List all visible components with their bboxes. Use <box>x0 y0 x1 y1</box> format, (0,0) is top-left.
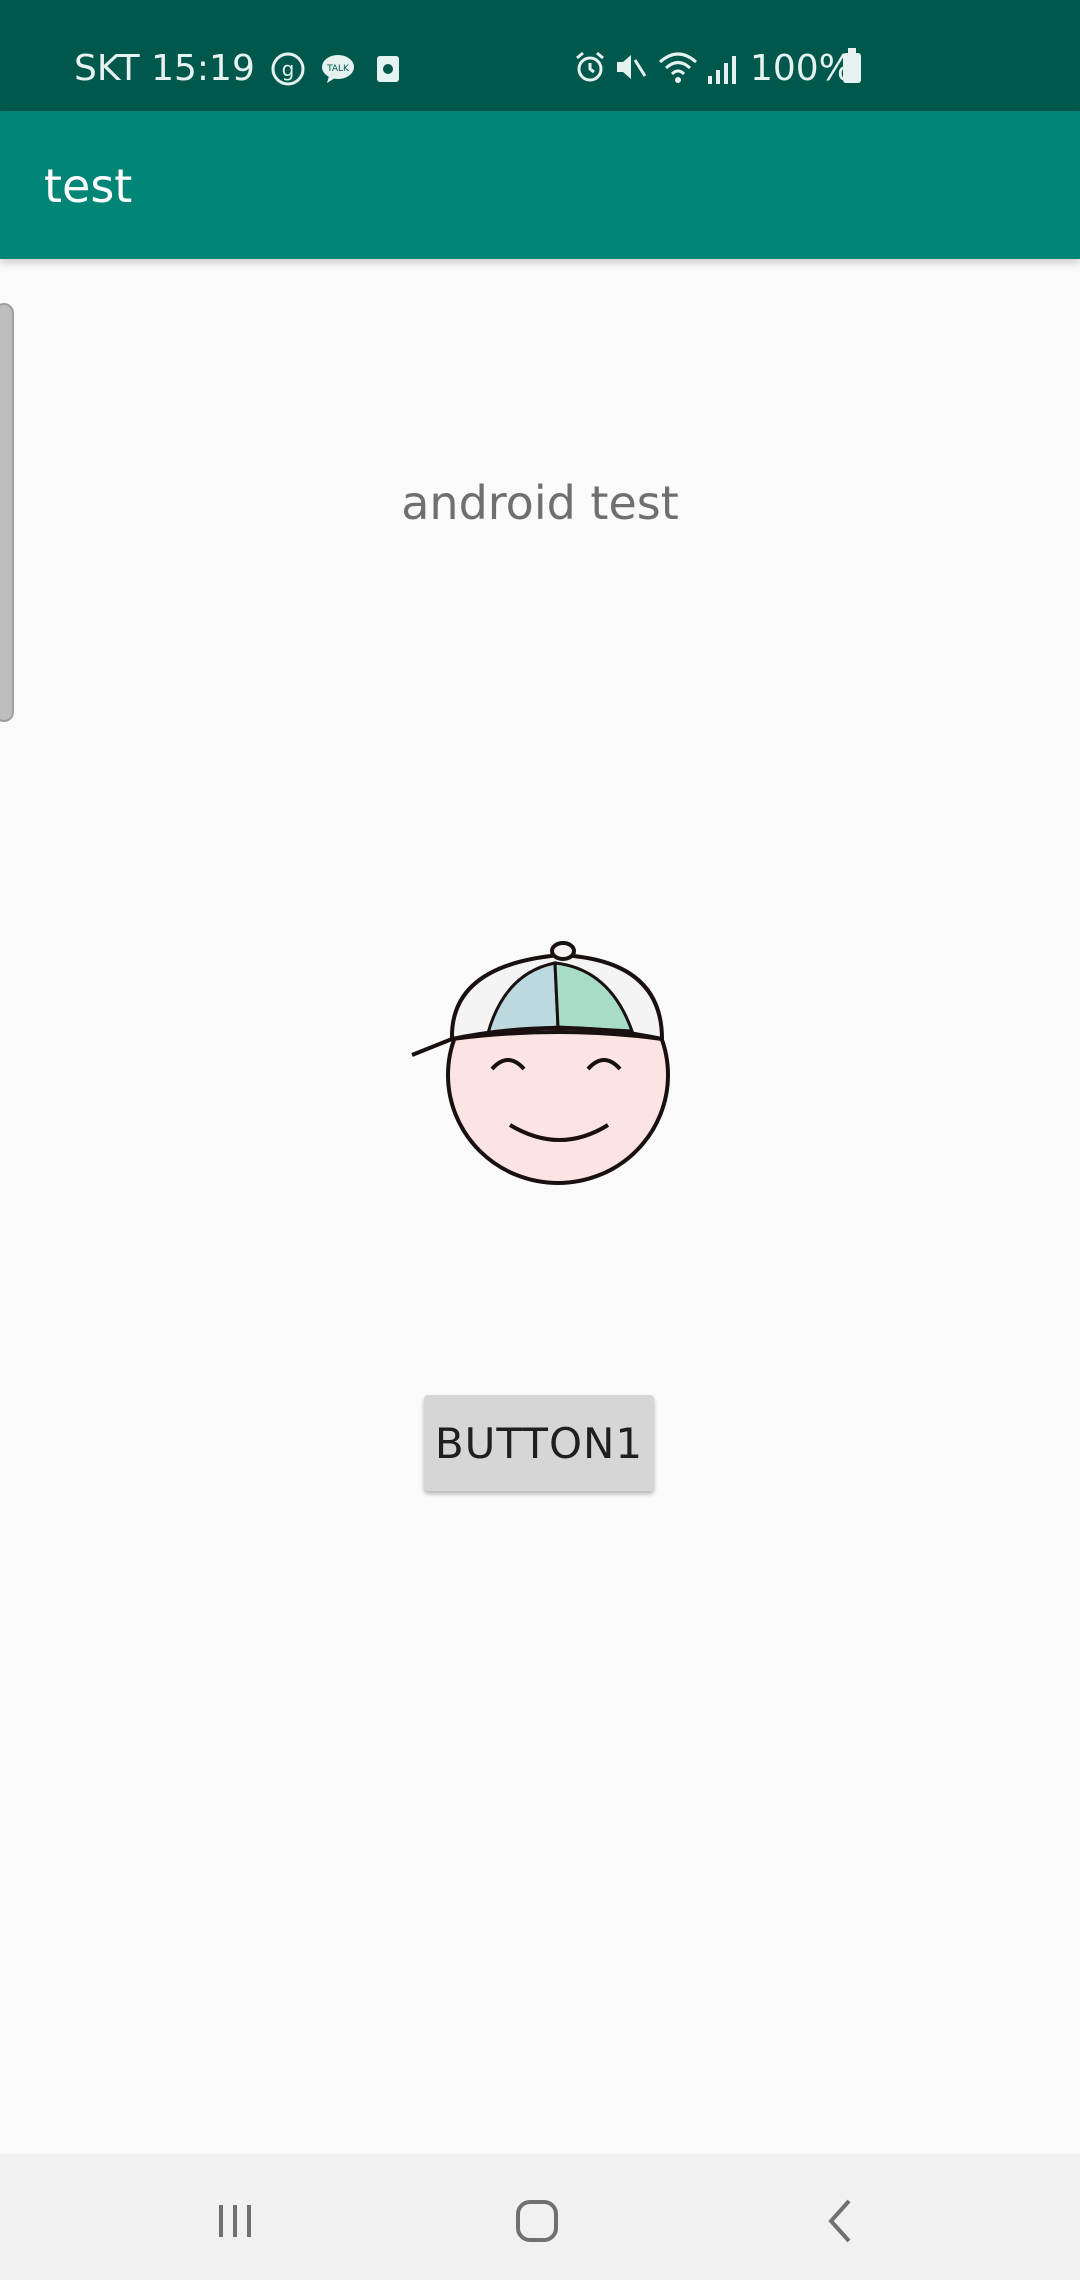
wifi-icon <box>659 52 697 83</box>
talk-icon: TALK <box>321 54 354 83</box>
cap-boy-face-icon <box>411 941 670 1185</box>
signal-icon <box>708 56 736 84</box>
svg-text:g: g <box>281 57 294 81</box>
g-icon: g <box>271 52 305 85</box>
status-bar: SKT 15:19 g TALK 100% <box>0 0 1080 111</box>
svg-text:TALK: TALK <box>326 64 350 74</box>
battery-icon <box>843 48 861 83</box>
mute-icon <box>617 55 647 79</box>
home-icon <box>516 2200 558 2242</box>
home-button[interactable] <box>502 2186 572 2256</box>
screen-recorder-icon <box>376 55 399 82</box>
alarm-icon <box>576 51 604 82</box>
button1[interactable]: BUTTON1 <box>424 1395 654 1491</box>
carrier-time: SKT 15:19 <box>74 48 255 89</box>
app-title: test <box>44 159 133 213</box>
back-button[interactable] <box>806 2186 876 2256</box>
back-icon <box>828 2199 851 2243</box>
android-test-text: android test <box>401 476 679 530</box>
recent-apps-button[interactable] <box>200 2186 270 2256</box>
recent-apps-icon <box>219 2205 251 2237</box>
battery-percent: 100% <box>750 48 853 89</box>
app-bar: test <box>0 111 1080 259</box>
navigation-bar <box>0 2154 1080 2280</box>
status-left: SKT 15:19 g TALK <box>74 48 405 89</box>
